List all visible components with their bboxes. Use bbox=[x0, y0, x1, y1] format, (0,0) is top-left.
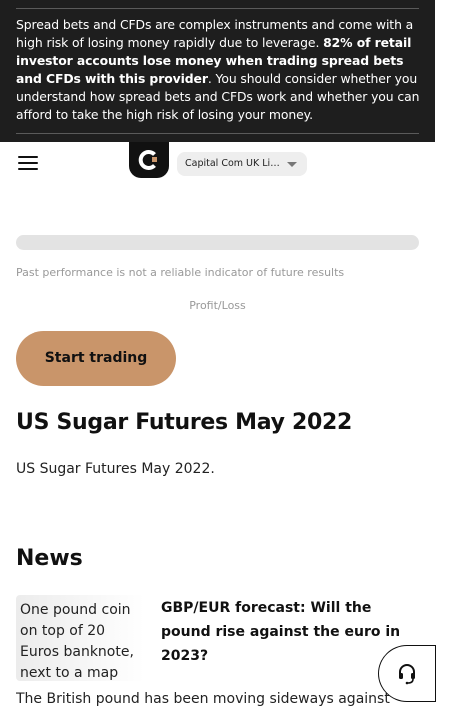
headset-support-icon bbox=[399, 664, 415, 685]
news-heading: News bbox=[16, 546, 83, 571]
site-header: Capital Com UK Limited bbox=[0, 142, 435, 186]
news-thumbnail-image[interactable]: One pound coin on top of 20 Euros bankno… bbox=[16, 595, 144, 681]
past-performance-disclaimer: Past performance is not a reliable indic… bbox=[16, 266, 345, 279]
page-title: US Sugar Futures May 2022 bbox=[16, 410, 353, 435]
entity-select-value: Capital Com UK Limited bbox=[185, 158, 281, 169]
risk-warning-banner: Spread bets and CFDs are complex instrum… bbox=[0, 0, 435, 142]
divider bbox=[16, 133, 419, 134]
start-trading-button[interactable]: Start trading bbox=[16, 331, 176, 386]
hamburger-menu-icon[interactable] bbox=[18, 156, 38, 172]
capital-com-logo-icon[interactable] bbox=[129, 142, 169, 178]
chart-loading-placeholder bbox=[16, 235, 419, 250]
profit-loss-label: Profit/Loss bbox=[189, 299, 246, 312]
instrument-description: US Sugar Futures May 2022. bbox=[16, 461, 215, 477]
caret-down-icon bbox=[287, 162, 297, 167]
support-chat-button[interactable] bbox=[378, 645, 436, 702]
risk-warning-text: Spread bets and CFDs are complex instrum… bbox=[16, 17, 420, 122]
divider bbox=[16, 8, 419, 9]
entity-select[interactable]: Capital Com UK Limited bbox=[177, 152, 307, 176]
news-excerpt: The British pound has been moving sidewa… bbox=[16, 691, 390, 707]
